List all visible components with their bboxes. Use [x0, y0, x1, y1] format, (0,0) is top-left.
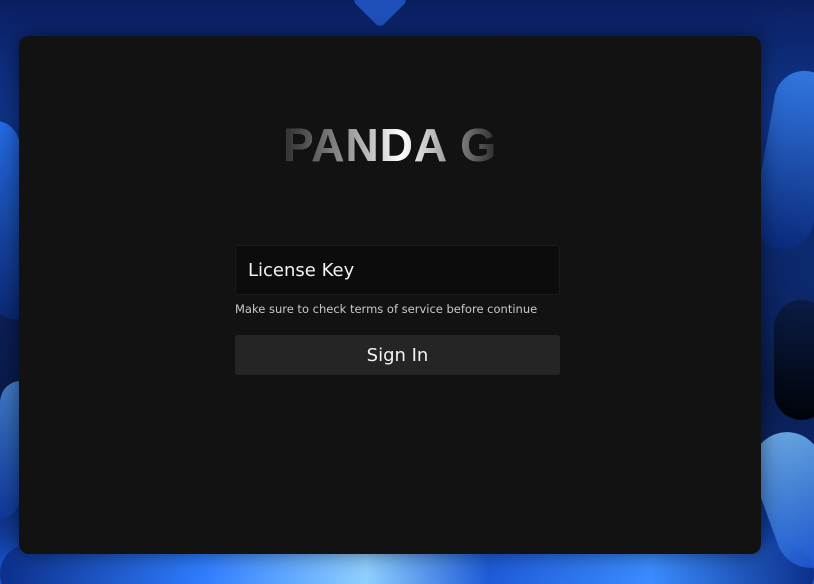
- background-streak: [351, 0, 409, 29]
- login-form: Make sure to check terms of service befo…: [235, 245, 560, 375]
- brand-logo-text: PANDA G: [19, 118, 761, 172]
- sign-in-button[interactable]: Sign In: [235, 335, 560, 375]
- license-key-input[interactable]: [235, 245, 560, 295]
- brand-title: PANDA G: [283, 119, 497, 171]
- login-card: PANDA G Make sure to check terms of serv…: [19, 36, 761, 554]
- background-streak: [774, 300, 814, 420]
- terms-hint: Make sure to check terms of service befo…: [235, 302, 538, 316]
